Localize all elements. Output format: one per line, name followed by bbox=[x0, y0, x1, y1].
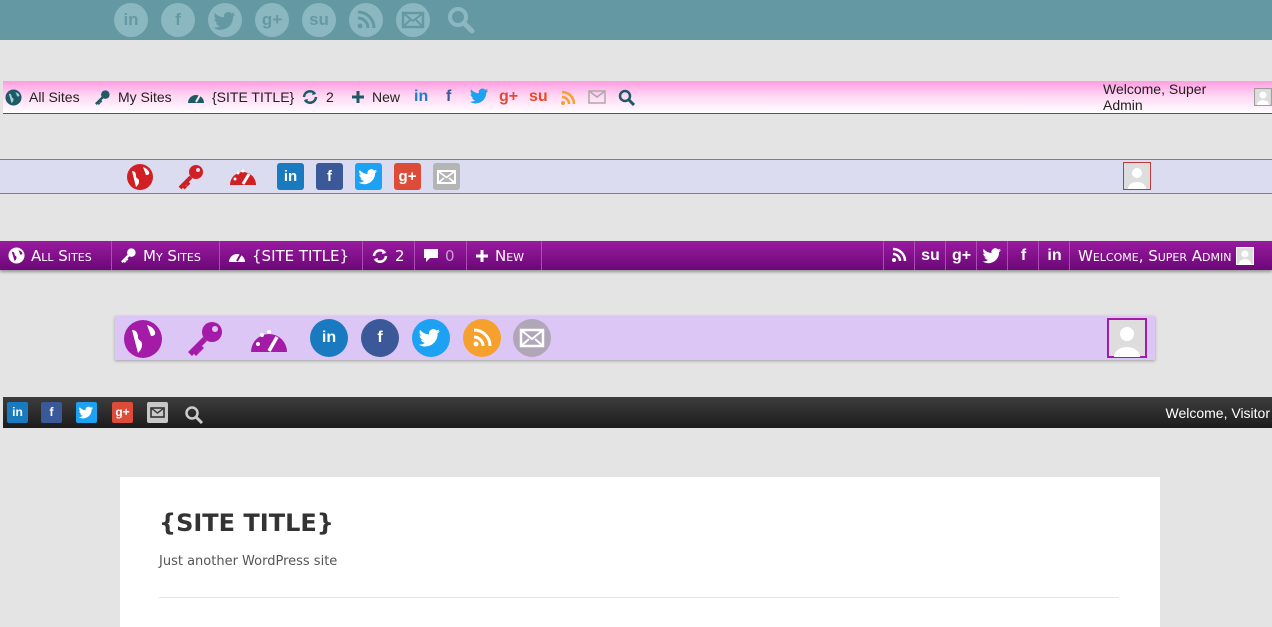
globe-icon[interactable] bbox=[123, 319, 163, 359]
stumbleupon-icon[interactable]: su bbox=[914, 241, 946, 270]
dashboard-icon bbox=[229, 253, 245, 262]
site-title-label: {SITE TITLE} bbox=[252, 246, 350, 265]
lavender-toolbar: in f g+ bbox=[0, 159, 1272, 194]
all-sites-menu[interactable]: All Sites bbox=[5, 81, 80, 113]
globe-icon bbox=[8, 247, 25, 264]
site-title[interactable]: {SITE TITLE} bbox=[159, 509, 334, 537]
light-purple-toolbar: in f bbox=[115, 316, 1155, 360]
googleplus-icon[interactable]: g+ bbox=[945, 241, 977, 270]
welcome-text: Welcome, Super Admin bbox=[1103, 81, 1207, 113]
refresh-icon bbox=[372, 248, 388, 263]
avatar bbox=[1254, 88, 1272, 106]
googleplus-icon[interactable]: g+ bbox=[112, 402, 133, 423]
facebook-icon[interactable]: f bbox=[41, 402, 62, 423]
dashboard-icon bbox=[188, 94, 204, 103]
all-sites-menu[interactable]: All Sites bbox=[0, 241, 112, 270]
comments-menu[interactable]: 0 bbox=[415, 241, 467, 270]
search-icon[interactable] bbox=[446, 5, 476, 35]
search-icon[interactable] bbox=[618, 89, 635, 106]
mail-icon[interactable] bbox=[147, 402, 168, 423]
all-sites-label: All Sites bbox=[31, 246, 92, 265]
mail-icon[interactable] bbox=[588, 90, 606, 104]
globe-icon bbox=[5, 88, 22, 106]
googleplus-icon[interactable]: g+ bbox=[255, 3, 289, 37]
pink-admin-bar: All Sites My Sites {SITE TITLE} 2 New in… bbox=[3, 81, 1272, 114]
site-header-card: {SITE TITLE} Just another WordPress site bbox=[120, 477, 1160, 627]
facebook-icon[interactable]: f bbox=[1007, 241, 1039, 270]
updates-count: 2 bbox=[326, 89, 334, 105]
avatar[interactable] bbox=[1107, 318, 1147, 358]
avatar[interactable] bbox=[1123, 162, 1151, 190]
my-sites-menu[interactable]: My Sites bbox=[112, 241, 220, 270]
new-label: New bbox=[372, 89, 401, 105]
globe-icon[interactable] bbox=[126, 163, 154, 191]
twitter-icon[interactable] bbox=[208, 3, 242, 37]
facebook-icon[interactable]: f bbox=[161, 3, 195, 37]
new-menu[interactable]: New bbox=[351, 81, 400, 113]
site-tagline: Just another WordPress site bbox=[159, 554, 338, 569]
facebook-icon[interactable]: f bbox=[316, 163, 343, 190]
comment-icon bbox=[424, 249, 438, 262]
linkedin-icon[interactable]: in bbox=[277, 163, 304, 190]
twitter-icon[interactable] bbox=[469, 88, 489, 106]
teal-toolbar: in f g+ su bbox=[0, 0, 1272, 40]
key-icon bbox=[95, 89, 110, 105]
linkedin-icon[interactable]: in bbox=[310, 319, 348, 357]
my-sites-label: My Sites bbox=[118, 89, 172, 105]
linkedin-icon[interactable]: in bbox=[7, 402, 28, 423]
key-icon[interactable] bbox=[185, 319, 225, 359]
refresh-icon bbox=[302, 90, 318, 104]
stumbleupon-icon[interactable]: su bbox=[529, 89, 548, 105]
dashboard-icon[interactable] bbox=[229, 165, 257, 187]
key-icon[interactable] bbox=[177, 163, 205, 191]
facebook-icon[interactable]: f bbox=[446, 89, 451, 105]
mail-icon[interactable] bbox=[513, 319, 551, 357]
purple-admin-bar: All Sites My Sites {SITE TITLE} 2 0 New … bbox=[0, 241, 1272, 270]
avatar bbox=[1235, 246, 1254, 265]
welcome-text: Welcome, Visitor bbox=[1165, 405, 1270, 421]
linkedin-icon[interactable]: in bbox=[414, 89, 428, 105]
facebook-icon[interactable]: f bbox=[361, 319, 399, 357]
twitter-icon[interactable] bbox=[355, 163, 382, 190]
googleplus-icon[interactable]: g+ bbox=[499, 89, 518, 105]
googleplus-icon[interactable]: g+ bbox=[394, 163, 421, 190]
site-title-menu[interactable]: {SITE TITLE} bbox=[187, 81, 294, 113]
mail-icon[interactable] bbox=[433, 163, 460, 190]
dashboard-icon[interactable] bbox=[250, 324, 288, 354]
welcome-text: Welcome, Super Admin bbox=[1078, 246, 1232, 265]
all-sites-label: All Sites bbox=[29, 89, 80, 105]
mail-icon[interactable] bbox=[396, 3, 430, 37]
new-label: New bbox=[495, 246, 525, 265]
new-menu[interactable]: New bbox=[467, 241, 542, 270]
twitter-icon[interactable] bbox=[976, 241, 1008, 270]
linkedin-icon[interactable]: in bbox=[1038, 241, 1070, 270]
site-title-label: {SITE TITLE} bbox=[212, 89, 295, 105]
dark-toolbar: in f g+ Welcome, Visitor bbox=[3, 397, 1272, 428]
search-icon[interactable] bbox=[184, 405, 204, 425]
divider bbox=[159, 597, 1119, 598]
updates-menu[interactable]: 2 bbox=[363, 241, 415, 270]
twitter-icon[interactable] bbox=[412, 319, 450, 357]
key-icon bbox=[121, 248, 136, 263]
stumbleupon-icon[interactable]: su bbox=[302, 3, 336, 37]
my-sites-menu[interactable]: My Sites bbox=[94, 81, 172, 113]
site-title-menu[interactable]: {SITE TITLE} bbox=[220, 241, 363, 270]
plus-icon bbox=[352, 91, 364, 103]
rss-icon[interactable] bbox=[560, 90, 576, 106]
rss-icon[interactable] bbox=[463, 319, 501, 357]
rss-icon[interactable] bbox=[883, 241, 915, 270]
updates-count: 2 bbox=[395, 246, 405, 265]
comments-count: 0 bbox=[445, 246, 455, 265]
plus-icon bbox=[476, 249, 488, 262]
twitter-icon[interactable] bbox=[76, 402, 97, 423]
rss-icon[interactable] bbox=[349, 3, 383, 37]
updates-menu[interactable]: 2 bbox=[301, 81, 334, 113]
linkedin-icon[interactable]: in bbox=[114, 3, 148, 37]
account-menu[interactable]: Welcome, Super Admin bbox=[1103, 81, 1272, 113]
account-menu[interactable]: Welcome, Super Admin bbox=[1069, 241, 1272, 270]
my-sites-label: My Sites bbox=[143, 246, 201, 265]
